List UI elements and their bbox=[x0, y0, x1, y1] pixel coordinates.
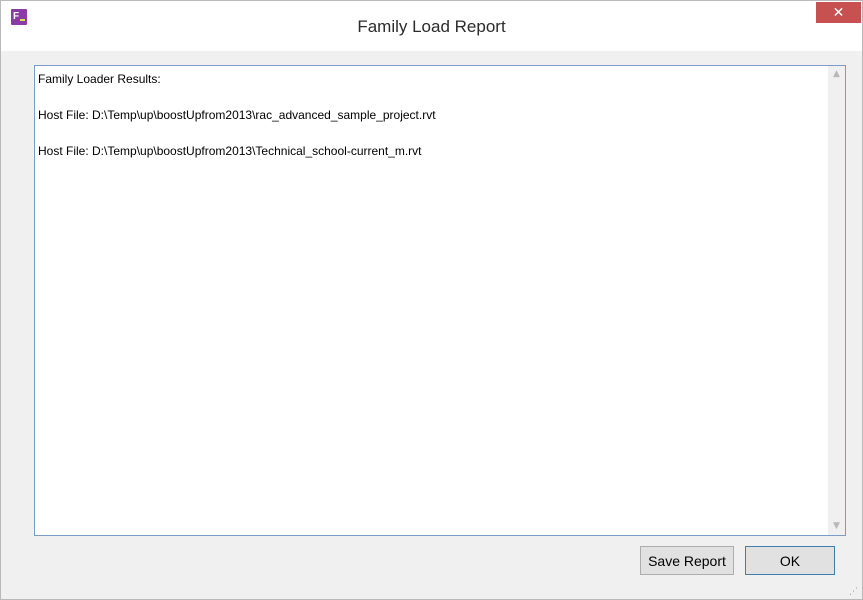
close-icon[interactable]: ✕ bbox=[816, 2, 861, 23]
resize-grip-icon[interactable]: ⋰ bbox=[849, 585, 861, 597]
scroll-down-icon[interactable]: ▼ bbox=[828, 518, 845, 535]
vertical-scrollbar[interactable]: ▲ ▼ bbox=[828, 66, 845, 535]
title-bar[interactable]: F Family Load Report ✕ bbox=[1, 1, 862, 51]
ok-button[interactable]: OK bbox=[745, 546, 835, 575]
report-line: Host File: D:\Temp\up\boostUpfrom2013\ra… bbox=[38, 108, 436, 122]
report-textbox[interactable]: Family Loader Results: Host File: D:\Tem… bbox=[34, 65, 846, 536]
dialog-window: F Family Load Report ✕ Family Loader Res… bbox=[0, 0, 863, 600]
report-line: Host File: D:\Temp\up\boostUpfrom2013\Te… bbox=[38, 144, 422, 158]
report-content: Family Loader Results: Host File: D:\Tem… bbox=[38, 70, 818, 178]
save-report-button[interactable]: Save Report bbox=[640, 546, 734, 575]
window-title: Family Load Report bbox=[357, 17, 506, 36]
scroll-up-icon[interactable]: ▲ bbox=[828, 66, 845, 83]
report-line: Family Loader Results: bbox=[38, 72, 161, 86]
